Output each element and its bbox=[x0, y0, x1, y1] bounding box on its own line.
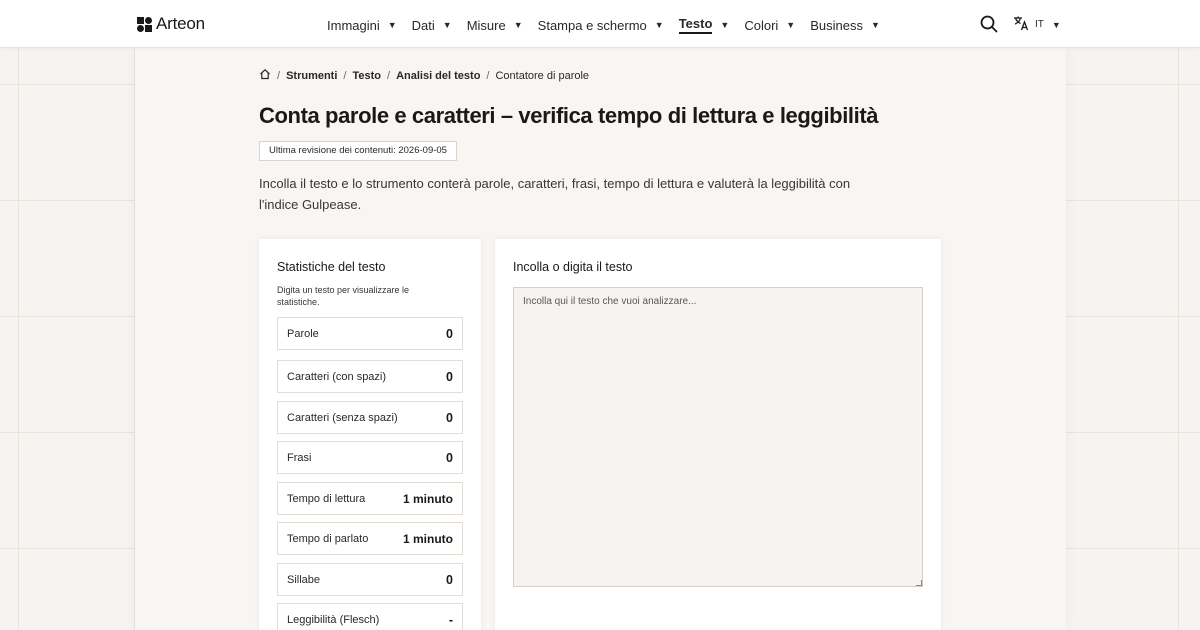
breadcrumb: / Strumenti / Testo / Analisi del testo … bbox=[259, 68, 589, 83]
nav-label: Misure bbox=[466, 17, 506, 33]
resize-handle-icon[interactable] bbox=[916, 580, 922, 586]
stat-label: Parole bbox=[287, 327, 319, 340]
stat-row-tempo-di-lettura: Tempo di lettura 1 minuto bbox=[277, 482, 463, 515]
stat-label: Tempo di lettura bbox=[287, 492, 366, 505]
nav-label: Dati bbox=[411, 17, 435, 33]
nav-item-dati[interactable]: Dati ▼ bbox=[412, 16, 452, 34]
stat-label: Frasi bbox=[287, 451, 312, 464]
stat-label: Caratteri (con spazi) bbox=[287, 370, 387, 383]
editor-title: Incolla o digita il testo bbox=[513, 260, 633, 274]
stat-label: Sillabe bbox=[287, 573, 321, 586]
breadcrumb-separator: / bbox=[486, 69, 490, 82]
translate-icon bbox=[1013, 15, 1029, 34]
nav-label: Testo bbox=[678, 16, 713, 34]
stat-label: Caratteri (senza spazi) bbox=[287, 411, 398, 424]
search-icon[interactable] bbox=[980, 15, 998, 33]
nav-item-immagini[interactable]: Immagini ▼ bbox=[327, 16, 397, 34]
nav-label: Stampa e schermo bbox=[537, 17, 647, 33]
stat-value: 0 bbox=[446, 450, 453, 465]
stats-title: Statistiche del testo bbox=[277, 260, 386, 274]
chevron-down-icon: ▼ bbox=[1051, 19, 1061, 30]
chevron-down-icon: ▼ bbox=[442, 20, 452, 30]
nav-label: Colori bbox=[744, 17, 779, 33]
stat-row-caratteri-con-spazi: Caratteri (con spazi) 0 bbox=[277, 360, 463, 393]
stats-card: Statistiche del testo Digita un testo pe… bbox=[259, 239, 481, 630]
chevron-down-icon: ▼ bbox=[654, 20, 664, 30]
stat-row-caratteri-senza-spazi: Caratteri (senza spazi) 0 bbox=[277, 401, 463, 434]
text-input-card: Incolla o digita il testo bbox=[495, 239, 941, 630]
chevron-down-icon: ▼ bbox=[870, 20, 880, 30]
chevron-down-icon: ▼ bbox=[786, 20, 796, 30]
stat-label: Tempo di parlato bbox=[287, 532, 369, 545]
breadcrumb-separator: / bbox=[343, 69, 347, 82]
stat-row-frasi: Frasi 0 bbox=[277, 441, 463, 474]
home-icon[interactable] bbox=[259, 68, 271, 83]
stat-value: - bbox=[448, 612, 453, 627]
language-code: IT bbox=[1035, 19, 1044, 30]
nav-item-misure[interactable]: Misure ▼ bbox=[467, 16, 523, 34]
logo-mark-icon bbox=[137, 16, 152, 32]
stat-label: Leggibilità (Flesch) bbox=[287, 613, 380, 626]
stat-value: 0 bbox=[446, 410, 453, 425]
page-intro: Incolla il testo e lo strumento conterà … bbox=[259, 176, 851, 212]
revision-badge: Ultima revisione dei contenuti: 2026-09-… bbox=[259, 141, 457, 161]
stat-value: 0 bbox=[446, 572, 453, 587]
nav-label: Immagini bbox=[327, 17, 380, 33]
stat-value: 0 bbox=[446, 369, 453, 384]
stat-row-sillabe: Sillabe 0 bbox=[277, 563, 463, 596]
stat-value: 1 minuto bbox=[403, 531, 453, 546]
stat-value: 1 minuto bbox=[403, 491, 453, 506]
breadcrumb-separator: / bbox=[277, 69, 281, 82]
chevron-down-icon: ▼ bbox=[720, 20, 730, 30]
nav-item-stampa-e-schermo[interactable]: Stampa e schermo ▼ bbox=[538, 16, 664, 34]
language-selector[interactable]: IT ▼ bbox=[1013, 15, 1061, 34]
breadcrumb-separator: / bbox=[387, 69, 391, 82]
nav-item-colori[interactable]: Colori ▼ bbox=[744, 16, 795, 34]
nav-label: Business bbox=[810, 17, 863, 33]
stat-row-tempo-di-parlato: Tempo di parlato 1 minuto bbox=[277, 522, 463, 555]
stats-hint: Digita un testo per visualizzare le stat… bbox=[277, 285, 410, 307]
text-input-area[interactable] bbox=[513, 287, 923, 587]
brand-logo[interactable]: Arteon bbox=[137, 14, 205, 34]
breadcrumb-item-strumenti[interactable]: Strumenti bbox=[286, 70, 337, 82]
breadcrumb-item-testo[interactable]: Testo bbox=[352, 70, 381, 82]
top-navigation-bar: Arteon Immagini ▼ Dati ▼ Misure ▼ Stampa… bbox=[0, 0, 1200, 48]
page-title: Conta parole e caratteri – verifica temp… bbox=[259, 103, 879, 128]
stat-value: 0 bbox=[446, 326, 453, 341]
brand-name: Arteon bbox=[156, 14, 205, 33]
main-panel: / Strumenti / Testo / Analisi del testo … bbox=[135, 48, 1066, 630]
stat-row-leggibilita-flesch: Leggibilità (Flesch) - bbox=[277, 603, 463, 630]
stat-row-parole: Parole 0 bbox=[277, 317, 463, 350]
main-nav: Immagini ▼ Dati ▼ Misure ▼ Stampa e sche… bbox=[327, 16, 895, 34]
breadcrumb-current: Contatore di parole bbox=[495, 69, 590, 82]
chevron-down-icon: ▼ bbox=[513, 20, 523, 30]
breadcrumb-item-analisi-del-testo[interactable]: Analisi del testo bbox=[396, 70, 480, 82]
chevron-down-icon: ▼ bbox=[387, 20, 397, 30]
nav-item-business[interactable]: Business ▼ bbox=[810, 16, 880, 34]
nav-item-testo[interactable]: Testo ▼ bbox=[678, 16, 730, 34]
